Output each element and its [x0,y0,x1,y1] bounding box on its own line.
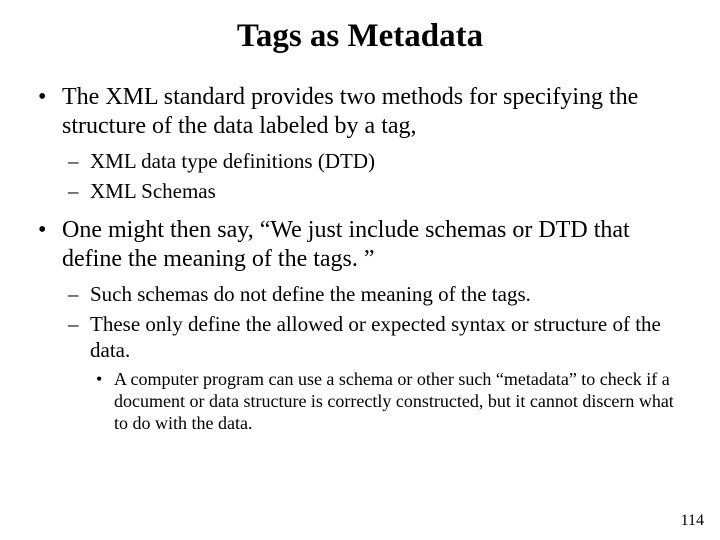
sub-bullet-text: Such schemas do not define the meaning o… [90,282,531,306]
sub-sub-bullet-text: A computer program can use a schema or o… [114,369,674,433]
sub-bullet-item: These only define the allowed or expecte… [62,311,686,435]
bullet-item: One might then say, “We just include sch… [34,216,686,435]
sub-bullet-text: These only define the allowed or expecte… [90,312,661,362]
page-number: 114 [681,512,704,530]
sub-bullet-item: Such schemas do not define the meaning o… [62,281,686,307]
sub-bullet-text: XML data type definitions (DTD) [90,149,375,173]
sub-bullet-list: Such schemas do not define the meaning o… [62,281,686,436]
slide-title: Tags as Metadata [0,0,720,83]
sub-bullet-item: XML data type definitions (DTD) [62,148,686,174]
bullet-text: The XML standard provides two methods fo… [62,84,638,139]
sub-bullet-text: XML Schemas [90,179,216,203]
sub-sub-bullet-item: A computer program can use a schema or o… [90,369,686,435]
bullet-item: The XML standard provides two methods fo… [34,83,686,204]
sub-bullet-item: XML Schemas [62,178,686,204]
bullet-list: The XML standard provides two methods fo… [34,83,686,435]
sub-sub-bullet-list: A computer program can use a schema or o… [90,369,686,435]
slide: Tags as Metadata The XML standard provid… [0,0,720,540]
bullet-text: One might then say, “We just include sch… [62,217,630,272]
sub-bullet-list: XML data type definitions (DTD) XML Sche… [62,148,686,205]
